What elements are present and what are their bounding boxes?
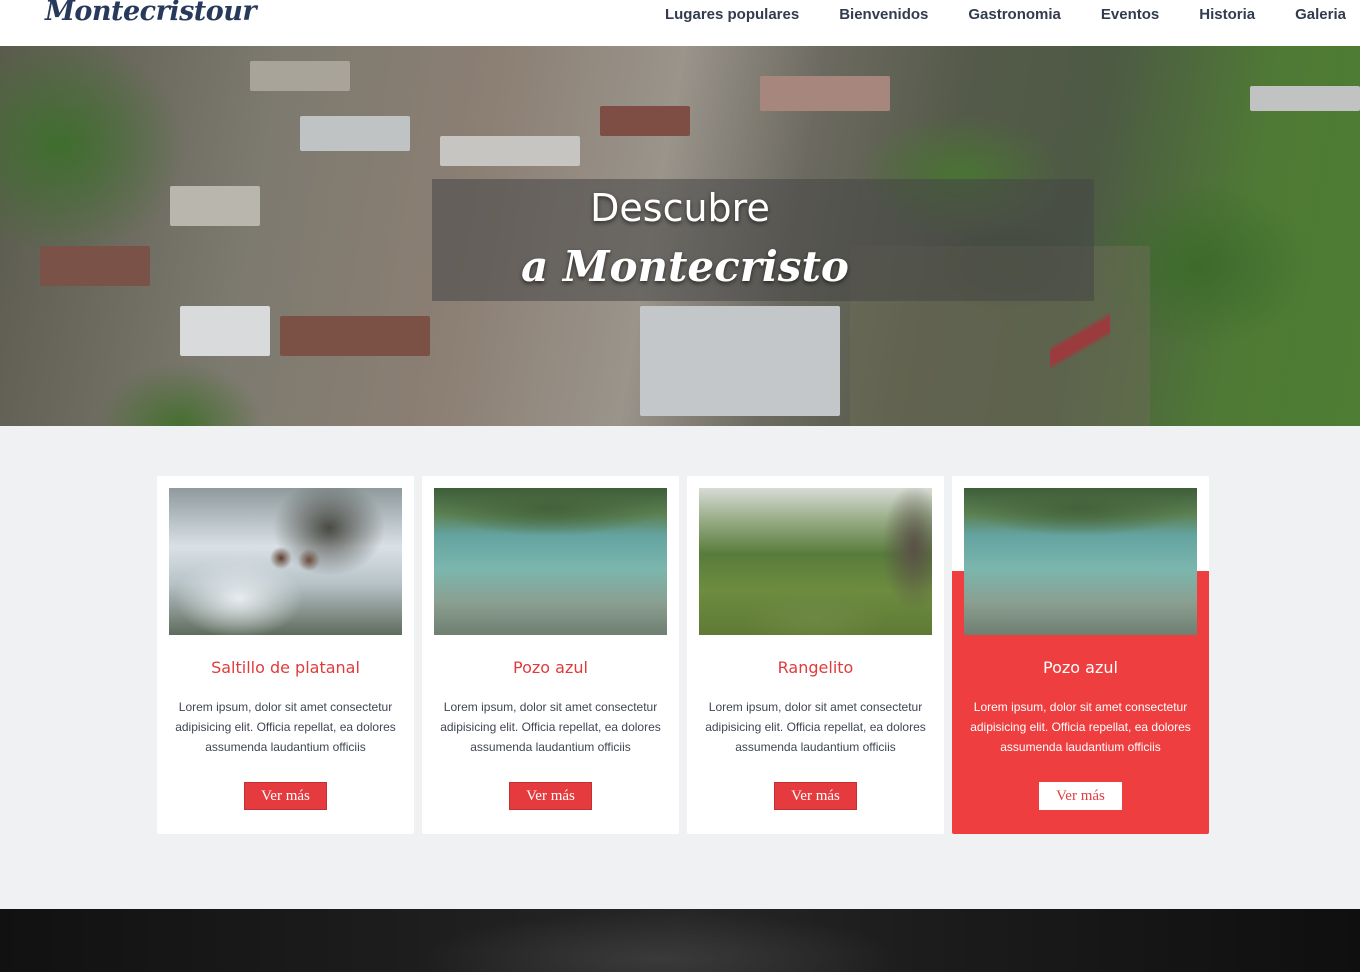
card-image-pool bbox=[434, 488, 667, 635]
hero-roof bbox=[280, 316, 430, 356]
card-description: Lorem ipsum, dolor sit amet consectetur … bbox=[175, 700, 396, 754]
card-image-pool bbox=[964, 488, 1197, 635]
place-card-highlighted: Pozo azul Lorem ipsum, dolor sit amet co… bbox=[952, 476, 1209, 834]
nav-eventos[interactable]: Eventos bbox=[1101, 6, 1159, 23]
hero-roof bbox=[440, 136, 580, 166]
card-title: Pozo azul bbox=[513, 658, 588, 677]
hero-roof bbox=[300, 116, 410, 151]
card-title: Saltillo de platanal bbox=[211, 658, 360, 677]
hero-roof bbox=[1250, 86, 1360, 111]
card-description: Lorem ipsum, dolor sit amet consectetur … bbox=[440, 700, 661, 754]
hero-title-line2: a Montecristo bbox=[521, 242, 849, 291]
card-title: Rangelito bbox=[777, 658, 854, 677]
hero-roof bbox=[640, 306, 840, 416]
site-logo[interactable]: Montecristour bbox=[45, 0, 257, 27]
hero-banner: Descubre a Montecristo bbox=[0, 46, 1360, 426]
ver-mas-button[interactable]: Ver más bbox=[509, 782, 592, 810]
site-header: Montecristour Lugares populares Bienveni… bbox=[0, 0, 1360, 46]
card-title: Pozo azul bbox=[1043, 658, 1118, 677]
hero-roof bbox=[180, 306, 270, 356]
next-section-banner bbox=[0, 909, 1360, 972]
place-card: Pozo azul Lorem ipsum, dolor sit amet co… bbox=[422, 476, 679, 834]
place-card: Rangelito Lorem ipsum, dolor sit amet co… bbox=[687, 476, 944, 834]
nav-galeria[interactable]: Galeria bbox=[1295, 6, 1346, 23]
hero-roof bbox=[250, 61, 350, 91]
hero-roof bbox=[600, 106, 690, 136]
hero-boat bbox=[1050, 296, 1110, 386]
nav-historia[interactable]: Historia bbox=[1199, 6, 1255, 23]
card-image-waterfall bbox=[169, 488, 402, 635]
nav-lugares-populares[interactable]: Lugares populares bbox=[665, 6, 799, 23]
nav-bienvenidos[interactable]: Bienvenidos bbox=[839, 6, 928, 23]
hero-title-line1: Descubre bbox=[590, 186, 770, 230]
card-image-trail bbox=[699, 488, 932, 635]
ver-mas-button[interactable]: Ver más bbox=[1039, 782, 1122, 810]
main-nav: Lugares populares Bienvenidos Gastronomi… bbox=[625, 6, 1346, 23]
popular-places: Saltillo de platanal Lorem ipsum, dolor … bbox=[157, 476, 1209, 834]
card-description: Lorem ipsum, dolor sit amet consectetur … bbox=[970, 700, 1191, 754]
ver-mas-button[interactable]: Ver más bbox=[244, 782, 327, 810]
place-card: Saltillo de platanal Lorem ipsum, dolor … bbox=[157, 476, 414, 834]
nav-gastronomia[interactable]: Gastronomia bbox=[968, 6, 1061, 23]
ver-mas-button[interactable]: Ver más bbox=[774, 782, 857, 810]
hero-roof bbox=[760, 76, 890, 111]
card-description: Lorem ipsum, dolor sit amet consectetur … bbox=[705, 700, 926, 754]
